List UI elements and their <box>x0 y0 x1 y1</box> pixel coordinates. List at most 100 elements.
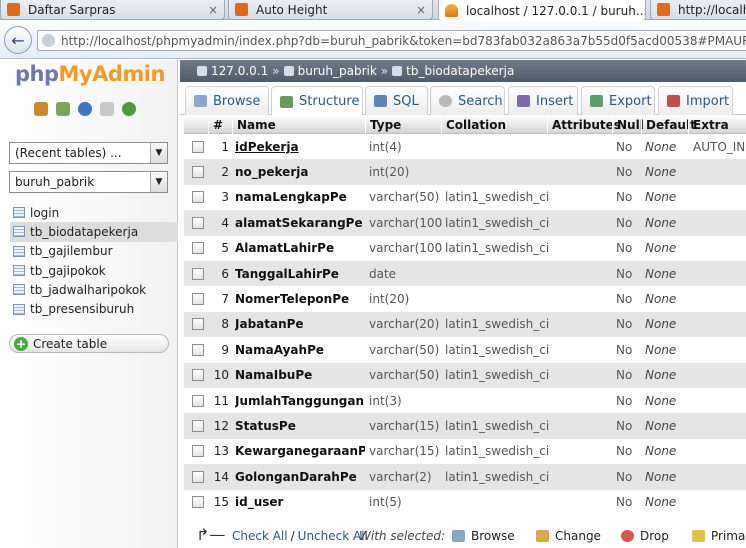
checkbox[interactable] <box>192 166 204 179</box>
bulk-drop-button[interactable]: Drop <box>621 529 669 543</box>
checkbox[interactable] <box>192 470 204 483</box>
table-row[interactable]: 15 id_user int(5) No None <box>184 489 746 515</box>
checkbox[interactable] <box>192 216 204 229</box>
table-row[interactable]: 3 namaLengkapPe varchar(50) latin1_swedish_… <box>184 184 746 211</box>
bulk-primary-button[interactable]: Primary <box>692 529 746 543</box>
table-row[interactable]: 14 GolonganDarahPe varchar(2) latin1_swedis… <box>184 464 746 490</box>
column-name[interactable]: alamatSekarangPe <box>235 210 365 235</box>
row-checkbox[interactable] <box>192 337 208 362</box>
column-name[interactable]: JumlahTanggunganPe <box>235 388 365 413</box>
column-name[interactable]: AlamatLahirPe <box>235 236 365 261</box>
row-checkbox[interactable] <box>192 464 208 489</box>
row-checkbox[interactable] <box>192 413 208 438</box>
column-name[interactable]: JabatanPe <box>235 312 365 337</box>
table-row[interactable]: 10 NamaIbuPe varchar(50) latin1_swedish_ci N… <box>184 362 746 388</box>
table-row[interactable]: 5 AlamatLahirPe varchar(100) latin1_swedish… <box>184 235 746 261</box>
row-checkbox[interactable] <box>192 134 208 159</box>
column-name[interactable]: StatusPe <box>235 413 365 438</box>
table-row[interactable]: 2 no_pekerja int(20) No None <box>184 159 746 185</box>
breadcrumb-server[interactable]: 127.0.0.1 <box>211 64 268 78</box>
sidebar-table-login[interactable]: login <box>10 203 178 222</box>
table-row[interactable]: 1 idPekerja int(4) No None AUTO_INCREMENT <box>184 134 746 160</box>
check-all-link[interactable]: Check All <box>232 529 288 543</box>
column-name[interactable]: no_pekerja <box>235 159 365 184</box>
checkbox[interactable] <box>192 267 204 280</box>
tab-import[interactable]: Import <box>658 86 733 115</box>
back-button[interactable]: ← <box>4 26 32 54</box>
sidebar-table-tb-jadwalharipokok[interactable]: tb_jadwalharipokok <box>10 280 178 299</box>
breadcrumb-database[interactable]: buruh_pabrik <box>298 64 377 78</box>
recent-tables-select[interactable]: (Recent tables) ... ▼ <box>9 142 168 164</box>
column-name[interactable]: NamaAyahPe <box>235 337 365 362</box>
tab-browse[interactable]: Browse <box>185 86 269 115</box>
table-row[interactable]: 11 JumlahTanggunganPe int(3) No None <box>184 388 746 414</box>
documentation-icon[interactable] <box>100 102 114 116</box>
column-name[interactable]: TanggalLahirPe <box>235 261 365 286</box>
row-checkbox[interactable] <box>192 210 208 235</box>
row-checkbox[interactable] <box>192 312 208 337</box>
row-checkbox[interactable] <box>192 185 208 210</box>
checkbox[interactable] <box>192 420 204 433</box>
checkbox[interactable] <box>192 242 204 255</box>
exit-icon[interactable] <box>56 102 70 116</box>
plus-icon: + <box>14 336 28 351</box>
checkbox[interactable] <box>192 140 204 153</box>
row-checkbox[interactable] <box>192 236 208 261</box>
tab-search[interactable]: Search <box>430 86 505 115</box>
tab-export[interactable]: Export <box>581 86 655 115</box>
bulk-browse-button[interactable]: Browse <box>452 529 515 543</box>
close-icon[interactable]: × <box>416 3 426 17</box>
create-table-button[interactable]: + Create table <box>9 334 169 353</box>
row-checkbox[interactable] <box>192 159 208 184</box>
browser-tab-phpmyadmin[interactable]: localhost / 127.0.0.1 / buruh... <box>438 0 646 21</box>
reload-icon[interactable] <box>122 102 136 116</box>
column-name[interactable]: GolonganDarahPe <box>235 464 365 489</box>
query-window-icon[interactable] <box>78 102 92 116</box>
table-row[interactable]: 8 JabatanPe varchar(20) latin1_swedish_ci No… <box>184 311 746 338</box>
uncheck-all-link[interactable]: Uncheck All <box>298 529 368 543</box>
row-checkbox[interactable] <box>192 490 208 515</box>
browser-tab-localhost[interactable]: http://localh... <box>650 0 746 20</box>
checkbox[interactable] <box>192 191 204 204</box>
table-row[interactable]: 9 NamaAyahPe varchar(50) latin1_swedish_ci N… <box>184 337 746 363</box>
tab-sql[interactable]: SQL <box>365 86 428 115</box>
sidebar-table-tb-gajilembur[interactable]: tb_gajilembur <box>10 242 178 261</box>
checkbox[interactable] <box>192 445 204 458</box>
row-checkbox[interactable] <box>192 261 208 286</box>
browser-tab-auto-height[interactable]: Auto Height × <box>228 0 433 20</box>
sidebar-table-tb-gajipokok[interactable]: tb_gajipokok <box>10 261 178 280</box>
column-name[interactable]: NamaIbuPe <box>235 363 365 388</box>
phpmyadmin-logo[interactable]: phpMyAdmin <box>15 62 165 86</box>
home-icon[interactable] <box>34 102 48 116</box>
column-name[interactable]: id_user <box>235 490 365 515</box>
column-name[interactable]: KewarganegaraanPe <box>235 439 365 464</box>
sidebar-table-tb-presensiburuh[interactable]: tb_presensiburuh <box>10 299 178 318</box>
column-name[interactable]: namaLengkapPe <box>235 185 365 210</box>
tab-insert[interactable]: Insert <box>508 86 578 115</box>
checkbox[interactable] <box>192 496 204 509</box>
row-checkbox[interactable] <box>192 363 208 388</box>
column-name[interactable]: idPekerja <box>235 134 365 159</box>
table-row[interactable]: 12 StatusPe varchar(15) latin1_swedish_ci No… <box>184 413 746 439</box>
database-select[interactable]: buruh_pabrik ▼ <box>9 171 168 193</box>
checkbox[interactable] <box>192 394 204 407</box>
row-checkbox[interactable] <box>192 286 208 311</box>
browser-tab-daftar-sarpras[interactable]: Daftar Sarpras × <box>0 0 225 20</box>
sidebar-table-tb-biodatapekerja[interactable]: tb_biodatapekerja <box>10 222 178 242</box>
bulk-change-button[interactable]: Change <box>536 529 601 543</box>
breadcrumb-table[interactable]: tb_biodatapekerja <box>406 64 514 78</box>
close-icon[interactable]: × <box>208 3 218 17</box>
table-row[interactable]: 7 NomerTeleponPe int(20) No None <box>184 286 746 312</box>
row-checkbox[interactable] <box>192 439 208 464</box>
checkbox[interactable] <box>192 369 204 382</box>
table-row[interactable]: 6 TanggalLahirPe date No None <box>184 261 746 287</box>
row-checkbox[interactable] <box>192 388 208 413</box>
checkbox[interactable] <box>192 318 204 331</box>
table-row[interactable]: 4 alamatSekarangPe varchar(100) latin1_swed… <box>184 210 746 236</box>
checkbox[interactable] <box>192 293 204 306</box>
table-row[interactable]: 13 KewarganegaraanPe varchar(15) latin1_swe… <box>184 438 746 465</box>
tab-structure[interactable]: Structure <box>271 86 363 116</box>
column-name[interactable]: NomerTeleponPe <box>235 286 365 311</box>
address-bar[interactable]: http://localhost/phpmyadmin/index.php?db… <box>37 30 746 51</box>
checkbox[interactable] <box>192 343 204 356</box>
